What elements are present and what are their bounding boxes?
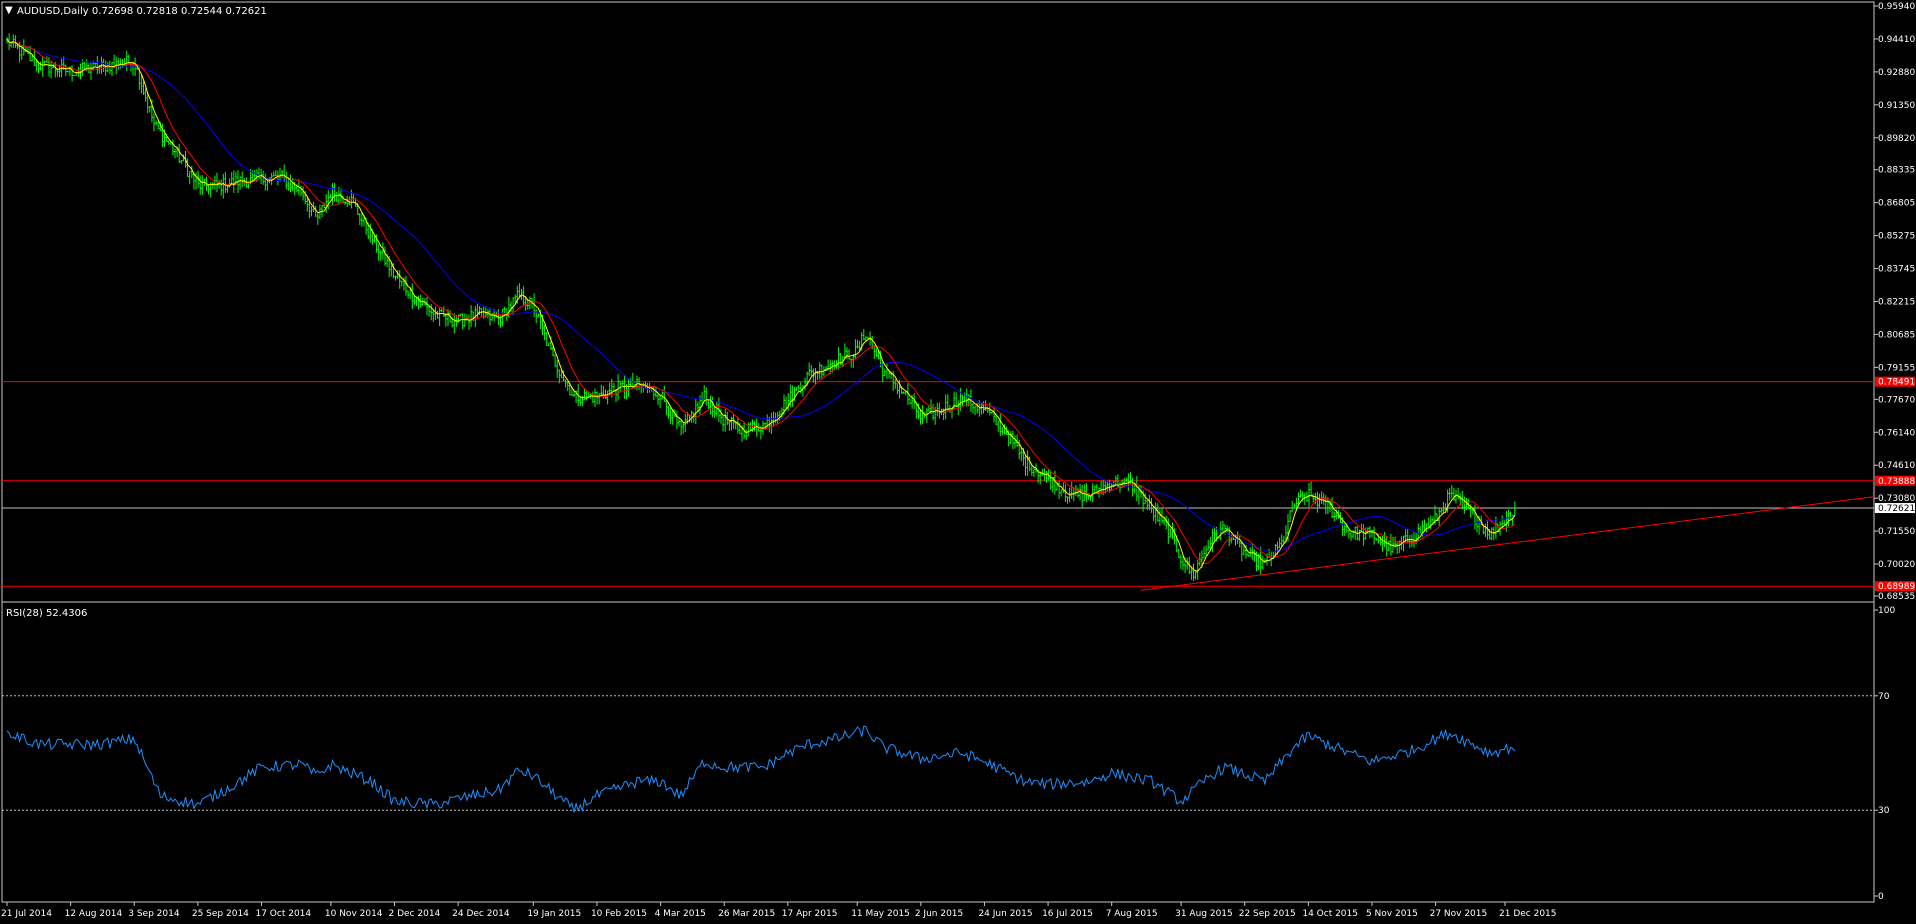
date-tick-label: 21 Dec 2015 <box>1499 909 1557 919</box>
price-tick-label: 0.91350 <box>1878 101 1915 111</box>
date-tick-label: 17 Apr 2015 <box>782 909 838 919</box>
rsi-tick-label: 30 <box>1878 806 1890 816</box>
price-tick-label: 0.92880 <box>1878 68 1915 78</box>
date-tick-label: 3 Sep 2014 <box>128 909 180 919</box>
rsi-tick-label: 70 <box>1878 692 1890 702</box>
price-tick-label: 0.85275 <box>1878 232 1915 242</box>
price-tick-label: 0.88335 <box>1878 166 1915 176</box>
price-tick-label: 0.94410 <box>1878 35 1915 45</box>
chart-background <box>0 0 1916 924</box>
date-tick-label: 31 Aug 2015 <box>1175 909 1233 919</box>
price-tick-label: 0.89820 <box>1878 134 1915 144</box>
date-tick-label: 17 Oct 2014 <box>255 909 311 919</box>
chart-title: AUDUSD,Daily 0.72698 0.72818 0.72544 0.7… <box>17 6 267 17</box>
date-tick-label: 26 Mar 2015 <box>718 909 775 919</box>
rsi-title: RSI(28) 52.4306 <box>6 608 87 619</box>
date-tick-label: 10 Nov 2014 <box>325 909 383 919</box>
price-tick-label: 0.68535 <box>1878 592 1915 602</box>
date-tick-label: 19 Jan 2015 <box>527 909 581 919</box>
date-tick-label: 22 Sep 2015 <box>1239 909 1296 919</box>
trading-chart[interactable]: 0.95940 0.94410 0.92880 0.91350 0.89820 0.883… <box>0 0 1916 924</box>
date-tick-label: 14 Oct 2015 <box>1302 909 1358 919</box>
date-tick-label: 24 Dec 2014 <box>452 909 510 919</box>
price-tick-label: 0.76140 <box>1878 428 1915 438</box>
date-tick-label: 12 Aug 2014 <box>65 909 123 919</box>
price-tick-label: 0.82215 <box>1878 297 1915 307</box>
chart-title-arrow[interactable]: ▼ <box>5 5 13 16</box>
date-tick-label: 4 Mar 2015 <box>655 909 706 919</box>
price-tick-label: 0.86805 <box>1878 199 1915 209</box>
bid-price-tag: 0.72621 <box>1878 504 1915 514</box>
level-price-tag: 0.68989 <box>1878 582 1915 592</box>
price-tick-label: 0.71550 <box>1878 527 1915 537</box>
date-tick-label: 11 May 2015 <box>851 909 910 919</box>
date-tick-label: 27 Nov 2015 <box>1430 909 1488 919</box>
date-tick-label: 7 Aug 2015 <box>1106 909 1158 919</box>
price-tick-label: 0.80685 <box>1878 330 1915 340</box>
price-tick-label: 0.73080 <box>1878 494 1915 504</box>
date-tick-label: 5 Nov 2015 <box>1366 909 1418 919</box>
rsi-tick-label: 0 <box>1878 892 1884 902</box>
price-tick-label: 0.95940 <box>1878 2 1915 12</box>
price-tick-label: 0.77670 <box>1878 395 1915 405</box>
date-tick-label: 24 Jun 2015 <box>978 909 1032 919</box>
level-price-tag: 0.73888 <box>1878 477 1915 487</box>
date-tick-label: 25 Sep 2014 <box>192 909 249 919</box>
date-tick-label: 2 Jun 2015 <box>915 909 963 919</box>
rsi-tick-label: 100 <box>1878 606 1895 616</box>
date-tick-label: 16 Jul 2015 <box>1042 909 1093 919</box>
level-price-tag: 0.78491 <box>1878 378 1915 388</box>
date-tick-label: 2 Dec 2014 <box>389 909 441 919</box>
price-tick-label: 0.83745 <box>1878 265 1915 275</box>
date-tick-label: 21 Jul 2014 <box>1 909 52 919</box>
date-tick-label: 10 Feb 2015 <box>591 909 647 919</box>
price-tick-label: 0.74610 <box>1878 461 1915 471</box>
price-tick-label: 0.70020 <box>1878 560 1915 570</box>
price-tick-label: 0.79155 <box>1878 363 1915 373</box>
